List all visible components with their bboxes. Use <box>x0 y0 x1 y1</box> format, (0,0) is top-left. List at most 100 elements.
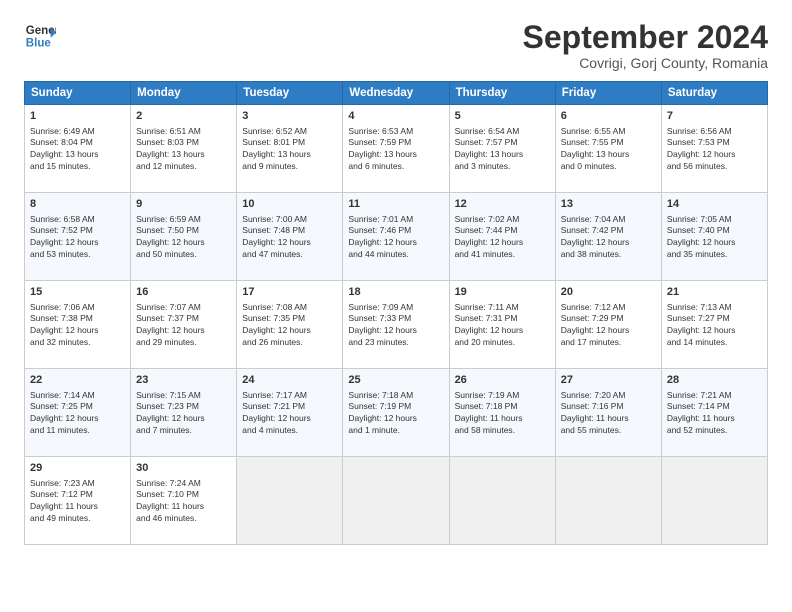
cell-text: Sunset: 7:48 PM <box>242 225 305 235</box>
cell-text: Sunset: 8:01 PM <box>242 137 305 147</box>
day-number: 20 <box>561 285 656 300</box>
day-number: 8 <box>30 197 125 212</box>
cell-text: and 38 minutes. <box>561 249 621 259</box>
title-block: September 2024 Covrigi, Gorj County, Rom… <box>523 20 768 71</box>
cell-text: and 29 minutes. <box>136 337 196 347</box>
cell-text: Sunset: 7:31 PM <box>455 313 518 323</box>
cell-text: and 35 minutes. <box>667 249 727 259</box>
cell-text: Sunrise: 6:58 AM <box>30 214 95 224</box>
cell-text: Sunrise: 7:17 AM <box>242 390 307 400</box>
cell-text: Sunrise: 7:23 AM <box>30 478 95 488</box>
cell-text: and 6 minutes. <box>348 161 404 171</box>
days-header-row: Sunday Monday Tuesday Wednesday Thursday… <box>25 82 768 105</box>
day-number: 11 <box>348 197 443 212</box>
table-cell: 6Sunrise: 6:55 AMSunset: 7:55 PMDaylight… <box>555 105 661 193</box>
cell-text: Sunrise: 6:54 AM <box>455 126 520 136</box>
cell-text: Daylight: 13 hours <box>30 149 99 159</box>
cell-text: Daylight: 13 hours <box>136 149 205 159</box>
cell-text: Daylight: 12 hours <box>667 325 736 335</box>
cell-text: Sunset: 7:57 PM <box>455 137 518 147</box>
cell-text: Daylight: 11 hours <box>136 501 204 511</box>
table-cell: 18Sunrise: 7:09 AMSunset: 7:33 PMDayligh… <box>343 281 449 369</box>
cell-text: and 44 minutes. <box>348 249 408 259</box>
cell-text: Sunrise: 7:01 AM <box>348 214 413 224</box>
cell-text: and 56 minutes. <box>667 161 727 171</box>
table-cell: 15Sunrise: 7:06 AMSunset: 7:38 PMDayligh… <box>25 281 131 369</box>
table-cell: 25Sunrise: 7:18 AMSunset: 7:19 PMDayligh… <box>343 369 449 457</box>
cell-text: Sunset: 7:27 PM <box>667 313 730 323</box>
cell-text: Daylight: 12 hours <box>30 237 99 247</box>
cell-text: Sunset: 8:04 PM <box>30 137 93 147</box>
cell-text: and 52 minutes. <box>667 425 727 435</box>
table-cell: 22Sunrise: 7:14 AMSunset: 7:25 PMDayligh… <box>25 369 131 457</box>
calendar-subtitle: Covrigi, Gorj County, Romania <box>523 55 768 71</box>
page: General Blue September 2024 Covrigi, Gor… <box>0 0 792 612</box>
cell-text: Sunset: 7:10 PM <box>136 489 199 499</box>
day-number: 3 <box>242 109 337 124</box>
cell-text: Sunset: 7:46 PM <box>348 225 411 235</box>
week-row-2: 8Sunrise: 6:58 AMSunset: 7:52 PMDaylight… <box>25 193 768 281</box>
cell-text: and 53 minutes. <box>30 249 90 259</box>
day-number: 13 <box>561 197 656 212</box>
cell-text: Sunset: 7:33 PM <box>348 313 411 323</box>
cell-text: Sunset: 7:38 PM <box>30 313 93 323</box>
table-cell: 17Sunrise: 7:08 AMSunset: 7:35 PMDayligh… <box>237 281 343 369</box>
table-cell: 7Sunrise: 6:56 AMSunset: 7:53 PMDaylight… <box>661 105 767 193</box>
cell-text: and 23 minutes. <box>348 337 408 347</box>
cell-text: Daylight: 12 hours <box>136 325 205 335</box>
week-row-3: 15Sunrise: 7:06 AMSunset: 7:38 PMDayligh… <box>25 281 768 369</box>
cell-text: Sunrise: 7:00 AM <box>242 214 307 224</box>
cell-text: Sunrise: 7:15 AM <box>136 390 201 400</box>
table-cell: 28Sunrise: 7:21 AMSunset: 7:14 PMDayligh… <box>661 369 767 457</box>
cell-text: and 4 minutes. <box>242 425 298 435</box>
table-cell: 14Sunrise: 7:05 AMSunset: 7:40 PMDayligh… <box>661 193 767 281</box>
table-cell <box>237 457 343 545</box>
cell-text: Sunrise: 7:21 AM <box>667 390 732 400</box>
cell-text: Daylight: 12 hours <box>667 149 736 159</box>
table-cell: 5Sunrise: 6:54 AMSunset: 7:57 PMDaylight… <box>449 105 555 193</box>
cell-text: Sunset: 7:18 PM <box>455 401 518 411</box>
day-number: 7 <box>667 109 762 124</box>
table-cell: 11Sunrise: 7:01 AMSunset: 7:46 PMDayligh… <box>343 193 449 281</box>
logo: General Blue <box>24 20 60 52</box>
cell-text: Sunset: 7:23 PM <box>136 401 199 411</box>
cell-text: Sunrise: 7:24 AM <box>136 478 201 488</box>
day-number: 21 <box>667 285 762 300</box>
week-row-5: 29Sunrise: 7:23 AMSunset: 7:12 PMDayligh… <box>25 457 768 545</box>
table-cell: 10Sunrise: 7:00 AMSunset: 7:48 PMDayligh… <box>237 193 343 281</box>
table-cell: 4Sunrise: 6:53 AMSunset: 7:59 PMDaylight… <box>343 105 449 193</box>
day-number: 9 <box>136 197 231 212</box>
cell-text: and 0 minutes. <box>561 161 617 171</box>
table-cell: 2Sunrise: 6:51 AMSunset: 8:03 PMDaylight… <box>131 105 237 193</box>
cell-text: and 47 minutes. <box>242 249 302 259</box>
week-row-4: 22Sunrise: 7:14 AMSunset: 7:25 PMDayligh… <box>25 369 768 457</box>
cell-text: Sunset: 7:21 PM <box>242 401 305 411</box>
cell-text: Sunset: 7:16 PM <box>561 401 624 411</box>
cell-text: and 20 minutes. <box>455 337 515 347</box>
cell-text: Sunset: 7:55 PM <box>561 137 624 147</box>
cell-text: Sunset: 7:42 PM <box>561 225 624 235</box>
cell-text: and 11 minutes. <box>30 425 90 435</box>
day-number: 24 <box>242 373 337 388</box>
cell-text: and 1 minute. <box>348 425 400 435</box>
cell-text: Sunset: 7:14 PM <box>667 401 730 411</box>
cell-text: Sunrise: 6:59 AM <box>136 214 201 224</box>
cell-text: Daylight: 12 hours <box>348 325 417 335</box>
cell-text: Daylight: 12 hours <box>455 237 524 247</box>
day-number: 22 <box>30 373 125 388</box>
cell-text: Daylight: 12 hours <box>242 413 311 423</box>
day-number: 17 <box>242 285 337 300</box>
cell-text: Sunrise: 6:53 AM <box>348 126 413 136</box>
day-number: 30 <box>136 461 231 476</box>
table-cell: 21Sunrise: 7:13 AMSunset: 7:27 PMDayligh… <box>661 281 767 369</box>
cell-text: Daylight: 12 hours <box>136 237 205 247</box>
day-number: 28 <box>667 373 762 388</box>
cell-text: Sunset: 7:53 PM <box>667 137 730 147</box>
cell-text: Daylight: 11 hours <box>561 413 629 423</box>
cell-text: and 55 minutes. <box>561 425 621 435</box>
cell-text: Daylight: 12 hours <box>561 325 630 335</box>
cell-text: and 32 minutes. <box>30 337 90 347</box>
day-number: 27 <box>561 373 656 388</box>
cell-text: Sunset: 8:03 PM <box>136 137 199 147</box>
cell-text: Sunrise: 6:55 AM <box>561 126 626 136</box>
